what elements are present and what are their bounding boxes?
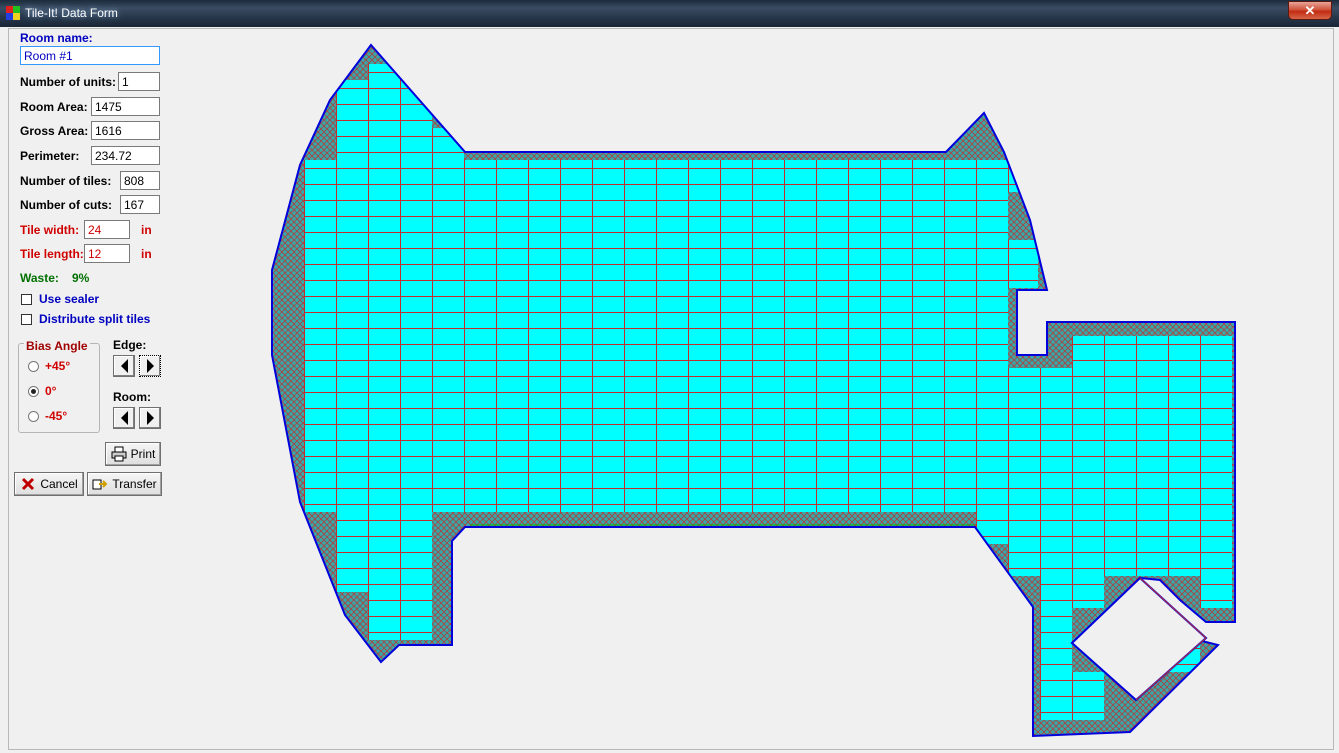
app-window: Tile-It! Data Form ✕ Room name: Number o… <box>0 0 1339 753</box>
floor-plan[interactable] <box>0 0 1339 753</box>
